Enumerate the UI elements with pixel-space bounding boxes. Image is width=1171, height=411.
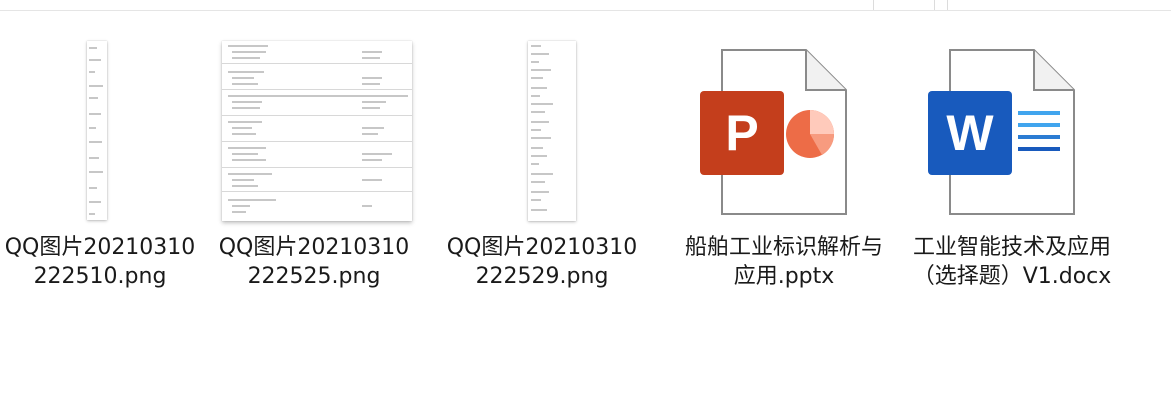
svg-text:P: P — [725, 105, 758, 161]
toolbar-strip — [0, 0, 1171, 11]
image-thumbnail-icon — [442, 28, 642, 228]
svg-text:W: W — [946, 105, 994, 161]
file-item[interactable]: QQ图片20210310222525.png — [214, 28, 414, 328]
file-name[interactable]: QQ图片20210310222525.png — [214, 233, 414, 291]
file-name[interactable]: QQ图片20210310222529.png — [442, 233, 642, 291]
powerpoint-file-icon: P — [700, 49, 847, 215]
png-preview — [87, 41, 107, 220]
file-name[interactable]: QQ图片20210310222510.png — [0, 233, 200, 291]
file-name[interactable]: 工业智能技术及应用（选择题）V1.docx — [912, 233, 1112, 291]
toolbar-divider — [934, 0, 935, 10]
toolbar-divider — [873, 0, 874, 10]
powerpoint-file-icon: P — [684, 28, 884, 228]
png-preview — [528, 41, 576, 221]
image-thumbnail-icon — [0, 28, 200, 228]
image-thumbnail-icon — [214, 28, 414, 228]
png-preview — [222, 41, 412, 221]
file-item[interactable]: W 工业智能技术及应用（选择题）V1.docx — [912, 28, 1112, 328]
word-file-icon: W — [912, 28, 1112, 228]
file-item[interactable]: QQ图片20210310222529.png — [442, 28, 642, 328]
file-item[interactable]: QQ图片20210310222510.png — [0, 28, 200, 328]
toolbar-divider — [947, 0, 948, 10]
file-item[interactable]: P 船舶工业标识解析与应用.pptx — [684, 28, 884, 328]
word-file-icon: W — [928, 49, 1075, 215]
pie-chart-icon — [786, 110, 835, 158]
file-name[interactable]: 船舶工业标识解析与应用.pptx — [684, 233, 884, 291]
